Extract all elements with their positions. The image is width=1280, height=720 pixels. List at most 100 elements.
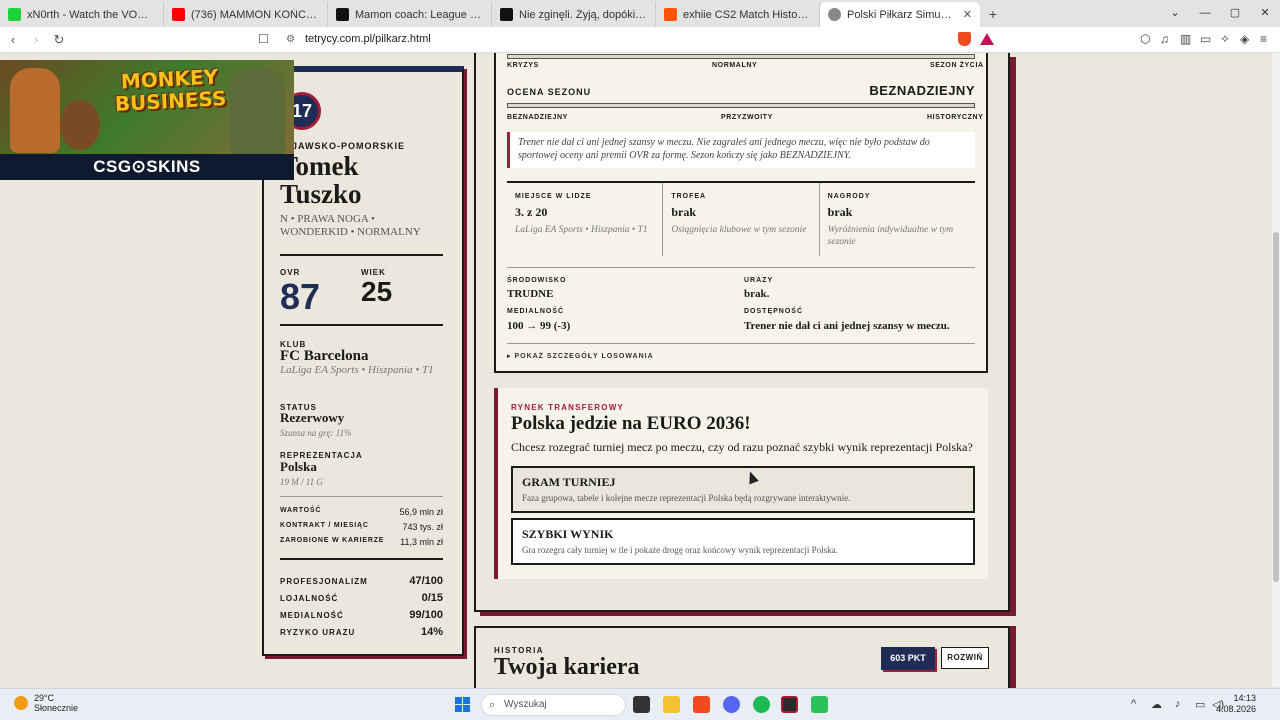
option-description: Gra rozegra cały turniej w tle i pokaże … <box>522 545 838 555</box>
media-icon[interactable]: ♫ <box>1160 32 1169 46</box>
ad-banner[interactable]: MONKEY BUSINESS CSG⊙SKINS <box>0 60 294 180</box>
discord-icon[interactable] <box>723 696 740 713</box>
weather-text: 29°C Słonecznie <box>34 693 79 713</box>
panel-title: Polska jedzie na EURO 2036! <box>511 413 751 434</box>
season-stats-grid: MIEJSCE W LIDZE 3. z 20 LaLiga EA Sports •… <box>507 181 975 256</box>
scale-label: SEZON ŻYCIA <box>930 62 984 69</box>
start-button[interactable] <box>455 697 470 712</box>
divider <box>280 324 443 326</box>
quick-result-button[interactable]: SZYBKI WYNIK Gra rozegra cały turniej w … <box>511 518 975 565</box>
onedrive-icon[interactable]: ☁ <box>1151 698 1162 711</box>
divider <box>507 343 975 344</box>
media-label: MEDIALNOŚĆ <box>507 308 565 315</box>
reload-icon[interactable]: ↻ <box>49 32 69 48</box>
browser-tab[interactable]: Mamon coach: League of Legends ch <box>328 2 492 27</box>
injuries-label: URAZY <box>744 277 774 284</box>
stat-league-position: MIEJSCE W LIDZE 3. z 20 LaLiga EA Sports •… <box>507 183 664 256</box>
season-rating-label: OCENA SEZONU <box>507 87 592 97</box>
points-badge: 603 PKT <box>881 647 935 670</box>
browser-tab[interactable]: Nie zginęli. Żyją, dopóki o Nich pam <box>492 2 656 27</box>
kick-icon <box>8 8 21 21</box>
history-title: Twoja kariera <box>494 654 640 680</box>
site-info-icon[interactable]: ⚙ <box>286 34 295 45</box>
ad-soldier-image <box>230 70 285 155</box>
globe-icon <box>828 8 841 21</box>
brave-rewards-icon[interactable] <box>980 33 994 45</box>
brave-browser-icon[interactable] <box>693 696 710 713</box>
tiktok-icon <box>336 8 349 21</box>
address-bar: ‹ › ↻ ☐ ⚙ tetrycy.com.pl/pilkarz.html ⬡ … <box>0 27 1280 53</box>
expand-button[interactable]: ROZWIŃ <box>941 647 989 669</box>
bookmark-icon[interactable]: ☐ <box>258 32 269 46</box>
stat-trophies: TROFEA brak Osiągnięcia klubowe w tym sezo… <box>663 183 820 256</box>
tiktok-icon <box>500 8 513 21</box>
player-region: JAWSKO-POMORSKIE <box>292 141 406 151</box>
sun-icon <box>14 696 28 710</box>
taskbar-search[interactable]: ⌕ Wyszukaj <box>481 694 626 716</box>
ad-title: MONKEY BUSINESS <box>114 64 227 116</box>
divider <box>280 558 443 560</box>
brave-shield-icon[interactable] <box>958 32 971 46</box>
tab-bar: xN0rth - Watch the VOD on Kick (736) MAM… <box>0 0 1280 27</box>
player-meta: N • PRAWA NOGA • WONDERKID • NORMALNY <box>280 213 421 238</box>
app-icon[interactable] <box>811 696 828 713</box>
url-field[interactable]: tetrycy.com.pl/pilkarz.html <box>305 33 431 45</box>
file-explorer-icon[interactable] <box>663 696 680 713</box>
show-draw-details-toggle[interactable]: ▸ POKAŻ SZCZEGÓŁY LOSOWANIA <box>507 352 654 360</box>
forward-icon[interactable]: › <box>26 32 46 47</box>
browser-tab[interactable]: (736) MAMMON KOŃCZY KARIERĘ <box>164 2 328 27</box>
back-icon[interactable]: ‹ <box>3 32 23 47</box>
vpn-icon[interactable]: ◈ <box>1240 32 1249 46</box>
stat-awards: NAGRODY brak Wyróżnienia indywidualne w ty… <box>827 193 954 247</box>
browser-tab[interactable]: exhiie CS2 Match History - FACEIT.co <box>656 2 820 27</box>
media-value: 100 → 99 (-3) <box>507 320 571 332</box>
weather-widget[interactable]: 29°C Słonecznie <box>14 693 78 713</box>
scale-label: HISTORYCZNY <box>927 114 984 121</box>
network-icon[interactable]: ▭ <box>1195 698 1205 711</box>
extensions-icon[interactable]: ⬡ <box>1140 32 1150 46</box>
task-view-icon[interactable] <box>633 696 650 713</box>
national-team-value: Polska <box>280 459 317 474</box>
clock[interactable]: 14:13 4.08.2026 <box>1216 693 1256 715</box>
club-name: FC Barcelona <box>280 348 369 364</box>
wallet-icon[interactable]: ▭ <box>1200 32 1211 46</box>
spotify-icon[interactable] <box>753 696 770 713</box>
trait-row: PROFESJONALIZM 47/100 <box>280 575 443 587</box>
faceit-icon <box>664 8 677 21</box>
sidebar-icon[interactable]: ▥ <box>1180 32 1191 46</box>
option-title: SZYBKI WYNIK <box>522 527 614 541</box>
tab-search-icon[interactable]: ⌄ <box>1160 0 1190 27</box>
finance-row: KONTRAKT / MIESIĄC 743 tys. zł <box>280 522 443 532</box>
youtube-icon <box>172 8 185 21</box>
play-tournament-button[interactable]: GRAM TURNIEJ Faza grupowa, tabele i kole… <box>511 466 975 513</box>
leo-icon[interactable]: ✧ <box>1220 32 1230 46</box>
browser-tab[interactable]: xN0rth - Watch the VOD on Kick <box>0 2 164 27</box>
scale-label: PRZYZWOITY <box>721 114 773 121</box>
new-tab-button[interactable]: + <box>980 2 1006 27</box>
app-icon[interactable] <box>781 696 798 713</box>
minimize-button[interactable]: — <box>1190 0 1220 27</box>
scrollbar-thumb[interactable] <box>1273 232 1279 582</box>
availability-label: DOSTĘPNOŚĆ <box>744 308 804 315</box>
search-icon: ⌕ <box>489 699 496 711</box>
browser-tab-active[interactable]: Polski Piłkarz Simulator ✕ <box>820 2 980 27</box>
option-description: Faza grupowa, tabele i kolejne mecze rep… <box>522 493 851 503</box>
finance-row: WARTOŚĆ 56,9 mln zł <box>280 507 443 517</box>
age-value: 25 <box>361 276 393 307</box>
close-tab-icon[interactable]: ✕ <box>963 8 972 21</box>
season-rating-scale <box>507 103 975 108</box>
microphone-icon[interactable]: ♪ <box>1175 698 1181 710</box>
close-window-button[interactable]: ✕ <box>1250 0 1280 27</box>
status-sub: Szansa na grę: 11% <box>280 428 352 438</box>
national-team-stats: 19 M / 11 G <box>280 477 323 487</box>
season-rating-value: BEZNADZIEJNY <box>869 83 975 98</box>
scale-label: KRYZYS <box>507 62 539 69</box>
tray-chevron-icon[interactable]: ^ <box>1131 698 1136 710</box>
divider <box>507 267 975 268</box>
availability-value: Trener nie dał ci ani jednej szansy w me… <box>744 320 950 332</box>
option-title: GRAM TURNIEJ <box>522 475 616 489</box>
menu-icon[interactable]: ≡ <box>1260 32 1267 46</box>
season-form-scale <box>507 54 975 59</box>
maximize-button[interactable]: ▢ <box>1220 0 1250 27</box>
environment-label: ŚRODOWISKO <box>507 277 567 284</box>
